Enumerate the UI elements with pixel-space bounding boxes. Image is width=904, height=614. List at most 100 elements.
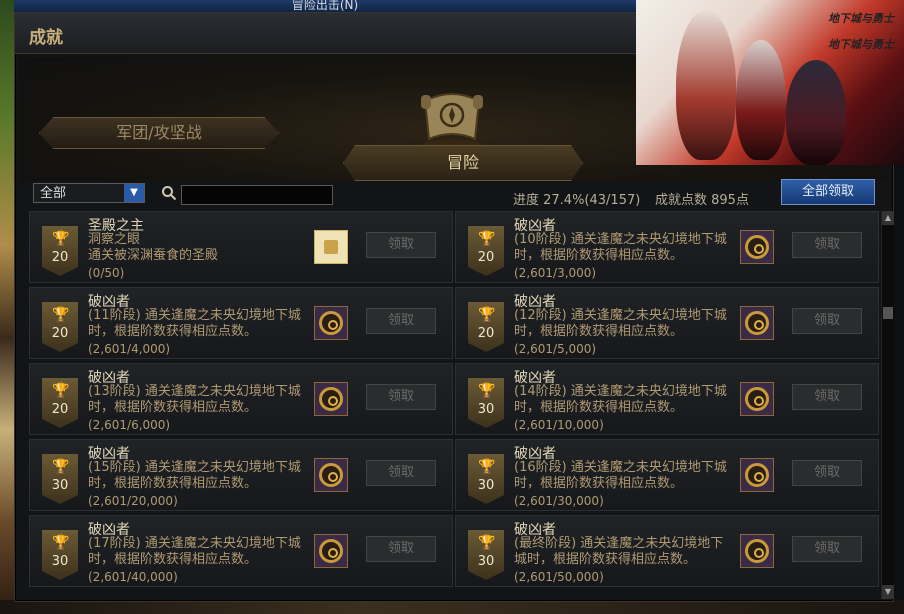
trophy-medal-icon: 🏆 30 (468, 378, 504, 428)
scroll-thumb[interactable] (883, 307, 893, 319)
search-input[interactable] (181, 185, 333, 205)
achievement-description: (17阶段) 通关逢魔之未央幻境地下城时，根据阶数获得相应点数。 (88, 536, 301, 567)
claim-button[interactable]: 领取 (366, 232, 436, 258)
achievement-description: 洞察之眼 通关被深渊蚕食的圣殿 (88, 232, 219, 263)
emblem-icon[interactable] (740, 534, 774, 568)
trophy-medal-icon: 🏆 20 (42, 302, 78, 352)
trophy-medal-icon: 🏆 30 (42, 454, 78, 504)
window-title-bar: 冒险出击(N) (14, 0, 636, 12)
window-title: 冒险出击(N) (291, 0, 359, 12)
achievement-card: 🏆 30 破凶者 (16阶段) 通关逢魔之未央幻境地下城时，根据阶数获得相应点数。 (2… (455, 439, 879, 511)
trophy-icon: 🏆 (52, 231, 70, 247)
trophy-icon: 🏆 (478, 535, 496, 551)
filter-selected-value: 全部 (40, 186, 67, 201)
achievement-card: 🏆 30 破凶者 (14阶段) 通关逢魔之未央幻境地下城时，根据阶数获得相应点数。 (2… (455, 363, 879, 435)
achievement-progress: (2,601/4,000) (88, 342, 171, 356)
panel-title: 成就 (29, 28, 63, 48)
achievement-progress: (2,601/10,000) (514, 418, 604, 432)
scroll-up-arrow-icon[interactable]: ▲ (882, 211, 894, 225)
trophy-icon: 🏆 (478, 459, 496, 475)
tab-legion-raid[interactable]: 军团/攻坚战 (39, 117, 279, 149)
achievement-progress: (2,601/50,000) (514, 570, 604, 584)
achievement-card: 🏆 30 破凶者 (15阶段) 通关逢魔之未央幻境地下城时，根据阶数获得相应点数。 (2… (29, 439, 453, 511)
game-logo: 地下城与勇士 (828, 38, 894, 51)
emblem-icon[interactable] (314, 382, 348, 416)
character-figure (676, 10, 736, 160)
progress-summary: 进度 27.4%(43/157) (513, 193, 641, 208)
achievement-progress: (2,601/6,000) (88, 418, 171, 432)
emblem-icon[interactable] (314, 458, 348, 492)
category-filter-select[interactable]: 全部 ▼ (33, 183, 145, 203)
claim-all-button[interactable]: 全部领取 (781, 179, 875, 205)
tab-adventure[interactable]: 冒险 (343, 145, 583, 181)
list-scrollbar[interactable]: ▲ ▼ (881, 211, 894, 599)
achievement-description: (11阶段) 通关逢魔之未央幻境地下城时，根据阶数获得相应点数。 (88, 308, 301, 339)
game-world-background (0, 0, 14, 614)
promo-banner-art: 地下城与勇士 地下城与勇士 (636, 0, 904, 165)
chevron-down-icon[interactable]: ▼ (124, 184, 144, 202)
trophy-medal-icon: 🏆 30 (468, 530, 504, 580)
emblem-icon[interactable] (314, 534, 348, 568)
claim-button[interactable]: 领取 (792, 460, 862, 486)
scroll-down-arrow-icon[interactable]: ▼ (882, 585, 894, 599)
achievement-progress: (2,601/5,000) (514, 342, 597, 356)
panel-header: 成就 (15, 13, 637, 54)
claim-button[interactable]: 领取 (792, 232, 862, 258)
trophy-icon: 🏆 (52, 535, 70, 551)
trophy-icon: 🏆 (52, 307, 70, 323)
achievement-points-value: 20 (51, 326, 69, 341)
claim-button[interactable]: 领取 (792, 308, 862, 334)
achievement-card: 🏆 30 破凶者 (17阶段) 通关逢魔之未央幻境地下城时，根据阶数获得相应点数。 (2… (29, 515, 453, 587)
emblem-icon[interactable] (740, 230, 774, 264)
trophy-medal-icon: 🏆 20 (42, 226, 78, 276)
character-figure (786, 60, 846, 165)
achievement-progress: (2,601/20,000) (88, 494, 178, 508)
trophy-medal-icon: 🏆 20 (468, 302, 504, 352)
emblem-icon[interactable] (740, 458, 774, 492)
achievement-progress: (2,601/3,000) (514, 266, 597, 280)
claim-button[interactable]: 领取 (366, 384, 436, 410)
claim-button[interactable]: 领取 (366, 536, 436, 562)
emblem-icon[interactable] (314, 306, 348, 340)
trophy-icon: 🏆 (52, 383, 70, 399)
trophy-icon: 🏆 (52, 459, 70, 475)
achievement-description: (15阶段) 通关逢魔之未央幻境地下城时，根据阶数获得相应点数。 (88, 460, 301, 491)
achievement-points-value: 20 (51, 250, 69, 265)
achievement-description: (13阶段) 通关逢魔之未央幻境地下城时，根据阶数获得相应点数。 (88, 384, 301, 415)
achievement-card: 🏆 20 破凶者 (11阶段) 通关逢魔之未央幻境地下城时，根据阶数获得相应点数。 (2… (29, 287, 453, 359)
claim-button[interactable]: 领取 (366, 460, 436, 486)
game-logo: 地下城与勇士 (828, 12, 894, 25)
emblem-icon[interactable] (740, 382, 774, 416)
trophy-medal-icon: 🏆 30 (468, 454, 504, 504)
achievement-description: (14阶段) 通关逢魔之未央幻境地下城时，根据阶数获得相应点数。 (514, 384, 727, 415)
trophy-medal-icon: 🏆 20 (42, 378, 78, 428)
achievement-progress: (2,601/30,000) (514, 494, 604, 508)
claim-button[interactable]: 领取 (366, 308, 436, 334)
claim-button[interactable]: 领取 (792, 384, 862, 410)
box-icon[interactable] (314, 230, 348, 264)
trophy-icon: 🏆 (478, 383, 496, 399)
achievement-points-value: 20 (51, 402, 69, 417)
achievement-card: 🏆 20 破凶者 (10阶段) 通关逢魔之未央幻境地下城时，根据阶数获得相应点数。 (2… (455, 211, 879, 283)
achievement-list: 🏆 20 圣殿之主 洞察之眼 通关被深渊蚕食的圣殿 (0/50) 领取 🏆 20 破凶者 (10阶段… (29, 211, 881, 597)
scroll-map-icon (421, 93, 483, 151)
achievement-progress: (0/50) (88, 266, 125, 280)
achievement-description: (12阶段) 通关逢魔之未央幻境地下城时，根据阶数获得相应点数。 (514, 308, 727, 339)
emblem-icon[interactable] (740, 306, 774, 340)
achievement-card: 🏆 20 破凶者 (13阶段) 通关逢魔之未央幻境地下城时，根据阶数获得相应点数。 (2… (29, 363, 453, 435)
achievement-description: (最终阶段) 通关逢魔之未央幻境地下城时，根据阶数获得相应点数。 (514, 536, 724, 567)
claim-button[interactable]: 领取 (792, 536, 862, 562)
search-icon (162, 186, 177, 201)
achievement-points: 成就点数 895点 (655, 193, 749, 208)
achievement-points-value: 30 (51, 554, 69, 569)
trophy-icon: 🏆 (478, 231, 496, 247)
achievement-progress: (2,601/40,000) (88, 570, 178, 584)
achievement-description: (16阶段) 通关逢魔之未央幻境地下城时，根据阶数获得相应点数。 (514, 460, 727, 491)
achievement-description: (10阶段) 通关逢魔之未央幻境地下城时，根据阶数获得相应点数。 (514, 232, 727, 263)
achievement-points-value: 30 (477, 478, 495, 493)
trophy-icon: 🏆 (478, 307, 496, 323)
achievement-points-value: 20 (477, 250, 495, 265)
character-figure (736, 40, 786, 160)
achievement-points-value: 30 (51, 478, 69, 493)
achievement-card: 🏆 20 圣殿之主 洞察之眼 通关被深渊蚕食的圣殿 (0/50) 领取 (29, 211, 453, 283)
